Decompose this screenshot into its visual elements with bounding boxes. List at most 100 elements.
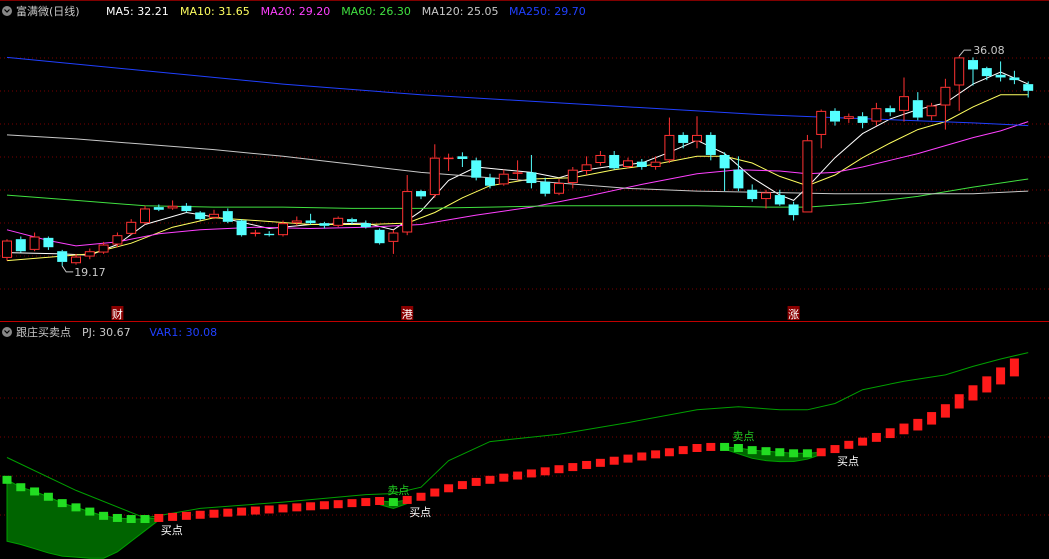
collapse-toggle-icon[interactable] (2, 6, 12, 16)
candle (623, 157, 633, 169)
candle-body (126, 221, 137, 234)
bar-green (775, 448, 785, 457)
candle-body (250, 232, 261, 235)
candle-body (981, 68, 992, 77)
stock-chart: 36.0819.17财港涨 买点卖点买点卖点买点 富满微(日线) MA5: 32.… (0, 0, 1049, 559)
candle-body (719, 154, 730, 169)
candle (374, 228, 385, 245)
candle (678, 132, 689, 149)
legend-ma20: MA20: 29.20 (261, 5, 331, 18)
candle (57, 249, 68, 266)
candle (761, 189, 771, 209)
candle-body (567, 169, 578, 184)
candle (222, 208, 233, 224)
candle (567, 167, 578, 189)
candle-body (747, 189, 758, 200)
candle-body (954, 57, 965, 86)
candle-body (995, 74, 1006, 78)
moving-average-lines (6, 56, 1029, 262)
candle-body (443, 157, 454, 160)
candle-body (761, 192, 771, 200)
collapse-toggle-icon[interactable] (2, 327, 12, 337)
bar-red (899, 423, 909, 435)
max-pointer (958, 49, 972, 57)
bar-red (223, 508, 233, 517)
bar-red (278, 504, 288, 513)
candle (140, 205, 150, 225)
candle (15, 236, 26, 253)
candle (236, 219, 247, 237)
left-envelope (6, 478, 160, 559)
candle-body (885, 108, 896, 113)
candle-body (581, 164, 592, 172)
candle-body (416, 191, 426, 197)
min-price-label: 19.17 (74, 266, 106, 279)
bar-green (71, 503, 81, 512)
candle-body (692, 134, 702, 142)
bar-red (361, 498, 371, 507)
candle-body (636, 161, 647, 168)
bar-green (733, 444, 743, 452)
event-marker-text: 涨 (788, 308, 799, 321)
candle-body (347, 219, 357, 222)
candle-body (71, 256, 81, 264)
candle (816, 109, 827, 149)
candle (871, 102, 882, 126)
main-legend: 富满微(日线) MA5: 32.21 MA10: 31.65 MA20: 29.20 M… (2, 4, 586, 18)
bar-red (609, 456, 619, 465)
bar-red (692, 444, 702, 452)
bar-red (292, 503, 302, 512)
candle-body (112, 235, 123, 245)
bar-red (430, 488, 440, 497)
bar-red (940, 404, 950, 418)
bar-red (637, 452, 647, 461)
candle-body (609, 154, 620, 169)
candle (195, 211, 206, 221)
candle-body (209, 213, 219, 218)
bar-green (99, 511, 109, 520)
candle-body (278, 223, 288, 236)
chart-title: 富满微(日线) (16, 4, 80, 18)
candle-body (816, 110, 827, 135)
bar-red (816, 448, 826, 457)
bar-red (264, 505, 274, 514)
bar-red (554, 465, 564, 474)
candle-body (457, 156, 468, 159)
bar-red (1009, 358, 1019, 377)
candle-body (167, 205, 178, 209)
candle-body (43, 237, 54, 248)
bar-red (651, 450, 661, 459)
candle-body (705, 134, 716, 155)
candle (181, 203, 192, 213)
candle (581, 156, 592, 176)
ma-line-ma20 (6, 121, 1029, 247)
candle (471, 157, 482, 181)
candle-body (305, 220, 316, 224)
candle-body (333, 217, 344, 226)
candle (747, 184, 758, 202)
bar-green (140, 515, 150, 524)
bar-green (85, 507, 95, 516)
candle-body (140, 208, 150, 224)
candle-body (264, 233, 275, 236)
candle (333, 216, 344, 228)
candle (857, 112, 868, 129)
candle-body (291, 220, 302, 224)
bar-red (154, 513, 164, 522)
candle (733, 156, 744, 192)
candle-body (388, 232, 399, 242)
candle-body (429, 157, 440, 196)
bar-red (319, 501, 329, 510)
candle-body (360, 223, 371, 228)
buy-point-label: 买点 (837, 455, 859, 468)
bar-green (57, 499, 67, 508)
bar-red (568, 463, 578, 472)
candle-body (1009, 77, 1020, 81)
bar-green (747, 446, 757, 455)
bar-green (802, 449, 812, 458)
candle-body (554, 183, 564, 194)
candle-body (2, 240, 12, 258)
candle (968, 57, 978, 86)
bar-green (720, 442, 730, 451)
bar-red (871, 432, 881, 442)
